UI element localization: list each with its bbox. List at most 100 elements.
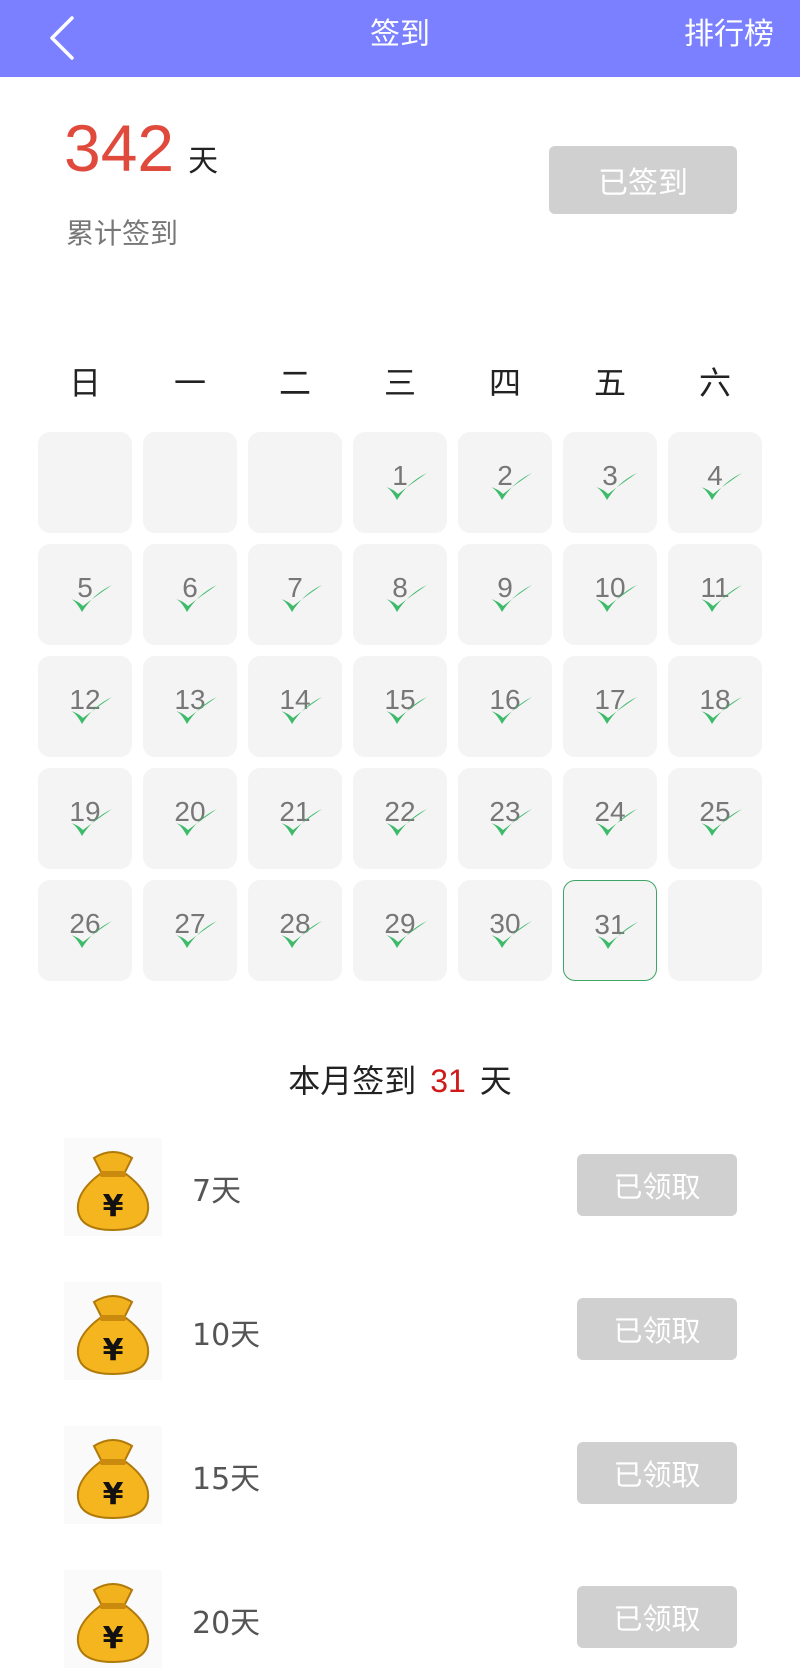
money-bag-icon: ¥ [64, 1138, 162, 1236]
check-icon [596, 809, 637, 836]
check-icon [281, 921, 322, 948]
check-icon [701, 697, 742, 724]
calendar-day-cell[interactable]: 4 [668, 432, 762, 533]
reward-row: ¥ 20天 已领取 [64, 1570, 737, 1670]
calendar-empty-cell [143, 432, 237, 533]
check-icon [701, 809, 742, 836]
calendar-day-cell[interactable]: 22 [353, 768, 447, 869]
total-days-label: 累计签到 [66, 217, 179, 250]
month-summary: 本月签到 31 天 [0, 1056, 800, 1106]
claimed-button[interactable]: 已领取 [577, 1442, 737, 1504]
calendar-day-cell[interactable]: 17 [563, 656, 657, 757]
calendar-day-cell[interactable]: 1 [353, 432, 447, 533]
check-icon [597, 922, 638, 949]
calendar-day-cell[interactable]: 9 [458, 544, 552, 645]
calendar-day-cell[interactable]: 7 [248, 544, 342, 645]
check-icon [386, 585, 427, 612]
calendar-day-cell[interactable]: 3 [563, 432, 657, 533]
svg-text:¥: ¥ [103, 1189, 124, 1224]
weekday-label: 四 [488, 364, 521, 402]
svg-text:¥: ¥ [103, 1621, 124, 1656]
reward-label: 15天 [192, 1462, 261, 1497]
calendar-day-cell[interactable]: 26 [38, 880, 132, 981]
check-icon [176, 809, 217, 836]
check-icon [176, 921, 217, 948]
check-icon [176, 697, 217, 724]
month-summary-suffix: 天 [479, 1062, 512, 1100]
calendar-day-cell[interactable]: 12 [38, 656, 132, 757]
check-icon [491, 809, 532, 836]
check-icon [596, 697, 637, 724]
weekday-label: 日 [68, 364, 101, 402]
calendar-day-cell[interactable]: 5 [38, 544, 132, 645]
check-icon [491, 473, 532, 500]
ranking-link[interactable]: 排行榜 [684, 0, 774, 69]
calendar-day-cell[interactable]: 23 [458, 768, 552, 869]
calendar-grid: 1 2 3 4 5 6 7 8 9 10 11 12 13 14 15 16 17 18 19 20 21 22 23 24 2… [38, 432, 762, 982]
calendar-empty-cell [668, 880, 762, 981]
calendar-day-cell[interactable]: 21 [248, 768, 342, 869]
check-icon [71, 809, 112, 836]
calendar-day-cell[interactable]: 10 [563, 544, 657, 645]
calendar-day-cell[interactable]: 25 [668, 768, 762, 869]
check-icon [491, 697, 532, 724]
month-summary-prefix: 本月签到 [288, 1062, 417, 1100]
total-days-unit: 天 [188, 144, 219, 179]
calendar-day-cell[interactable]: 16 [458, 656, 552, 757]
calendar-day-cell[interactable]: 27 [143, 880, 237, 981]
reward-row: ¥ 7天 已领取 [64, 1138, 737, 1238]
reward-row: ¥ 15天 已领取 [64, 1426, 737, 1526]
reward-label: 20天 [192, 1606, 261, 1641]
calendar-day-cell[interactable]: 15 [353, 656, 447, 757]
check-icon [701, 473, 742, 500]
reward-label: 10天 [192, 1318, 261, 1353]
calendar-day-cell[interactable]: 18 [668, 656, 762, 757]
money-bag-icon: ¥ [64, 1282, 162, 1380]
claimed-button[interactable]: 已领取 [577, 1298, 737, 1360]
calendar-day-cell[interactable]: 29 [353, 880, 447, 981]
weekday-label: 一 [173, 364, 206, 402]
month-signed-count: 31 [430, 1063, 466, 1099]
back-button[interactable] [42, 10, 82, 66]
weekday-label: 五 [593, 364, 626, 402]
claimed-button[interactable]: 已领取 [577, 1586, 737, 1648]
svg-text:¥: ¥ [103, 1333, 124, 1368]
calendar-empty-cell [248, 432, 342, 533]
calendar-day-cell[interactable]: 8 [353, 544, 447, 645]
weekday-header: 日 一 二 三 四 五 六 [38, 355, 762, 411]
weekday-label: 三 [383, 364, 416, 402]
calendar-day-cell[interactable]: 31 [563, 880, 657, 981]
weekday-label: 二 [278, 364, 311, 402]
chevron-left-icon [50, 16, 74, 60]
check-icon [71, 585, 112, 612]
claimed-button[interactable]: 已领取 [577, 1154, 737, 1216]
check-icon [386, 921, 427, 948]
check-icon [281, 585, 322, 612]
total-days-value: 342 [64, 111, 175, 185]
calendar-day-cell[interactable]: 6 [143, 544, 237, 645]
calendar-day-cell[interactable]: 11 [668, 544, 762, 645]
check-icon [71, 697, 112, 724]
svg-text:¥: ¥ [103, 1477, 124, 1512]
check-icon [281, 697, 322, 724]
money-bag-icon: ¥ [64, 1426, 162, 1524]
check-icon [491, 921, 532, 948]
check-icon [281, 809, 322, 836]
check-icon [596, 473, 637, 500]
calendar-day-cell[interactable]: 30 [458, 880, 552, 981]
check-icon [71, 921, 112, 948]
check-icon [491, 585, 532, 612]
calendar-day-cell[interactable]: 13 [143, 656, 237, 757]
signed-button[interactable]: 已签到 [549, 146, 737, 214]
calendar-day-cell[interactable]: 24 [563, 768, 657, 869]
page-title: 签到 [370, 17, 430, 52]
calendar-day-cell[interactable]: 14 [248, 656, 342, 757]
calendar-day-cell[interactable]: 28 [248, 880, 342, 981]
calendar-day-cell[interactable]: 19 [38, 768, 132, 869]
calendar-day-cell[interactable]: 2 [458, 432, 552, 533]
check-icon [386, 473, 427, 500]
calendar-day-cell[interactable]: 20 [143, 768, 237, 869]
check-icon [386, 697, 427, 724]
reward-row: ¥ 10天 已领取 [64, 1282, 737, 1382]
check-icon [386, 809, 427, 836]
